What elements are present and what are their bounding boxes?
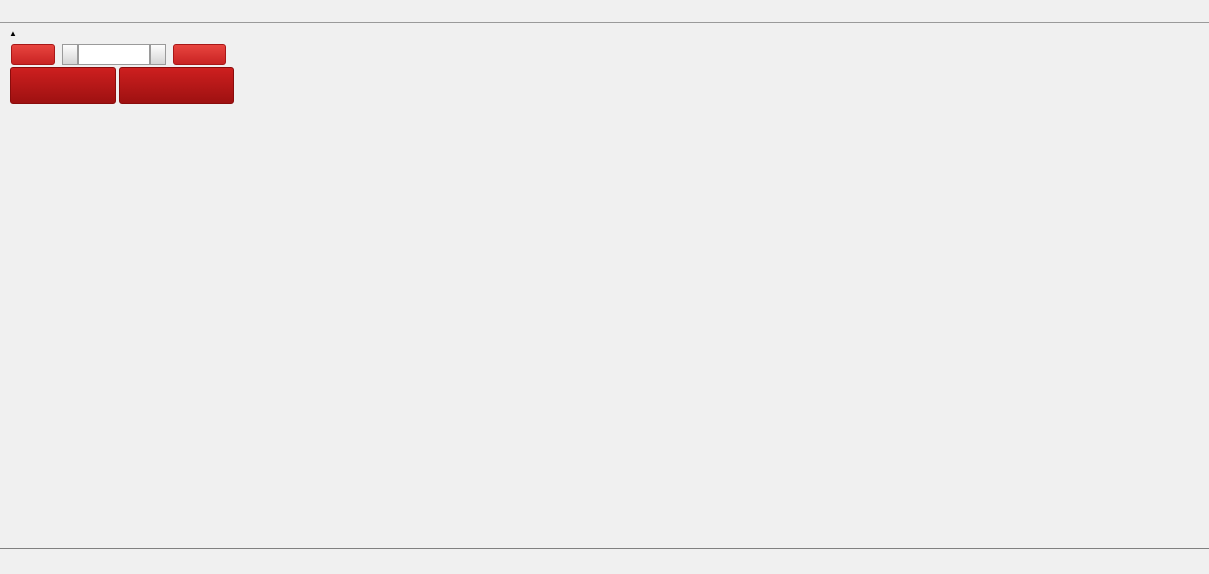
volume-increase-button[interactable] bbox=[150, 44, 166, 65]
buy-button[interactable] bbox=[173, 44, 226, 65]
sell-button[interactable] bbox=[11, 44, 55, 65]
trading-platform-window: ▲ bbox=[0, 0, 1209, 574]
buy-price-tile[interactable] bbox=[119, 67, 234, 104]
sell-price-tile[interactable] bbox=[10, 67, 116, 104]
volume-decrease-button[interactable] bbox=[62, 44, 78, 65]
chart-tab-bar bbox=[0, 548, 1209, 574]
chart-title: ▲ bbox=[9, 28, 22, 40]
timeframe-toolbar bbox=[0, 0, 1209, 23]
one-click-trade-panel bbox=[10, 44, 234, 106]
collapse-triangle-icon[interactable]: ▲ bbox=[9, 29, 17, 38]
volume-input[interactable] bbox=[78, 44, 150, 65]
